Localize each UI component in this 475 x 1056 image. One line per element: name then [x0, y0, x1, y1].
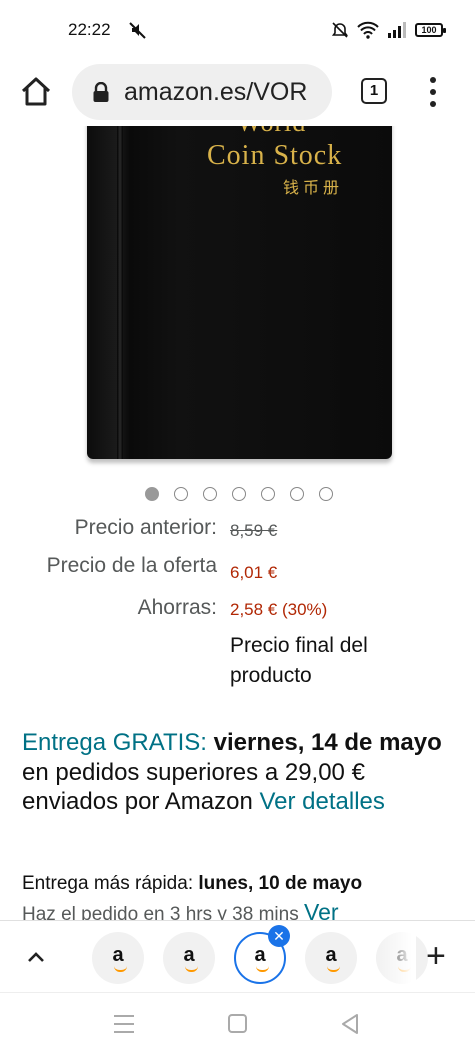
delivery-info: Entrega GRATIS: viernes, 14 de mayo en p… — [22, 728, 452, 817]
mute-icon — [129, 22, 146, 39]
back-icon[interactable] — [340, 1013, 360, 1035]
page-content[interactable]: World Coin Stock 钱币册 Precio anterior: 8,… — [0, 126, 475, 920]
tab-switcher-button[interactable]: 1 — [361, 78, 387, 104]
previous-price-row: Precio anterior: 8,59 € — [0, 516, 475, 546]
final-price-note: Precio final del producto — [230, 634, 368, 687]
savings-label: Ahorras: — [137, 596, 217, 619]
previous-price-label: Precio anterior: — [74, 516, 217, 539]
status-bar: 22:22 100 — [0, 0, 475, 58]
carousel-dot[interactable] — [232, 487, 246, 501]
home-icon[interactable] — [18, 74, 54, 110]
signal-icon — [388, 22, 406, 38]
order-within-text: Haz el pedido en 3 hrs y 38 mins — [22, 904, 299, 920]
home-nav-icon[interactable] — [228, 1014, 247, 1033]
tab-strip: a a a ✕ a a + — [0, 920, 475, 993]
savings-value: 2,58 € (30%) — [230, 600, 328, 619]
amazon-logo-icon: a — [325, 943, 341, 972]
chevron-up-icon[interactable] — [26, 947, 46, 967]
recents-icon[interactable] — [114, 1015, 134, 1033]
previous-price-value: 8,59 € — [230, 521, 278, 540]
tab-strip-fade — [376, 921, 416, 993]
browser-toolbar: amazon.es/VOR 1 — [0, 58, 475, 126]
savings-row: Ahorras: 2,58 € (30%) — [0, 596, 475, 626]
product-image[interactable]: World Coin Stock 钱币册 — [87, 126, 392, 459]
lock-icon — [93, 82, 109, 102]
carousel-dot[interactable] — [261, 487, 275, 501]
carousel-dot[interactable] — [319, 487, 333, 501]
status-time: 22:22 — [68, 20, 111, 39]
amazon-logo-icon: a — [254, 943, 270, 972]
battery-icon: 100 — [415, 23, 446, 37]
overflow-menu-icon[interactable] — [422, 74, 444, 110]
address-bar[interactable]: amazon.es/VOR — [72, 64, 332, 120]
carousel-dot[interactable] — [290, 487, 304, 501]
carousel-dot[interactable] — [203, 487, 217, 501]
free-delivery-label: Entrega GRATIS: — [22, 729, 207, 756]
wifi-icon — [357, 21, 379, 39]
amazon-logo-icon: a — [112, 943, 128, 972]
book-title-chars: 钱币册 — [283, 180, 344, 197]
fast-delivery-link[interactable]: Ver — [304, 899, 339, 920]
new-tab-button[interactable]: + — [426, 939, 446, 973]
deal-price-value: 6,01 € — [230, 563, 278, 582]
fast-delivery-date: lunes, 10 de mayo — [198, 873, 363, 894]
fast-delivery-info: Entrega más rápida: lunes, 10 de mayo Ha… — [22, 870, 462, 920]
book-title-line1: World — [237, 126, 306, 138]
status-icons: 100 — [331, 19, 446, 41]
deal-price-row: Precio de la oferta 6,01 € — [0, 554, 475, 584]
carousel-dot[interactable] — [174, 487, 188, 501]
deal-price-label: Precio de la oferta — [46, 554, 217, 577]
tab-thumbnail[interactable]: a — [92, 932, 144, 984]
close-tab-icon[interactable]: ✕ — [268, 925, 290, 947]
delivery-details-link[interactable]: Ver detalles — [259, 788, 384, 815]
do-not-disturb-icon — [331, 22, 349, 38]
book-title-line2: Coin Stock — [207, 140, 343, 171]
tab-thumbnail[interactable]: a — [163, 932, 215, 984]
carousel-dots — [145, 487, 333, 501]
url-text: amazon.es/VOR — [124, 77, 308, 106]
system-nav-bar — [0, 992, 475, 1056]
amazon-logo-icon: a — [183, 943, 199, 972]
fast-delivery-label: Entrega más rápida: — [22, 873, 194, 894]
carousel-dot[interactable] — [145, 487, 159, 501]
delivery-date: viernes, 14 de mayo — [213, 729, 442, 756]
book-spine — [117, 126, 123, 459]
tab-thumbnail[interactable]: a — [305, 932, 357, 984]
